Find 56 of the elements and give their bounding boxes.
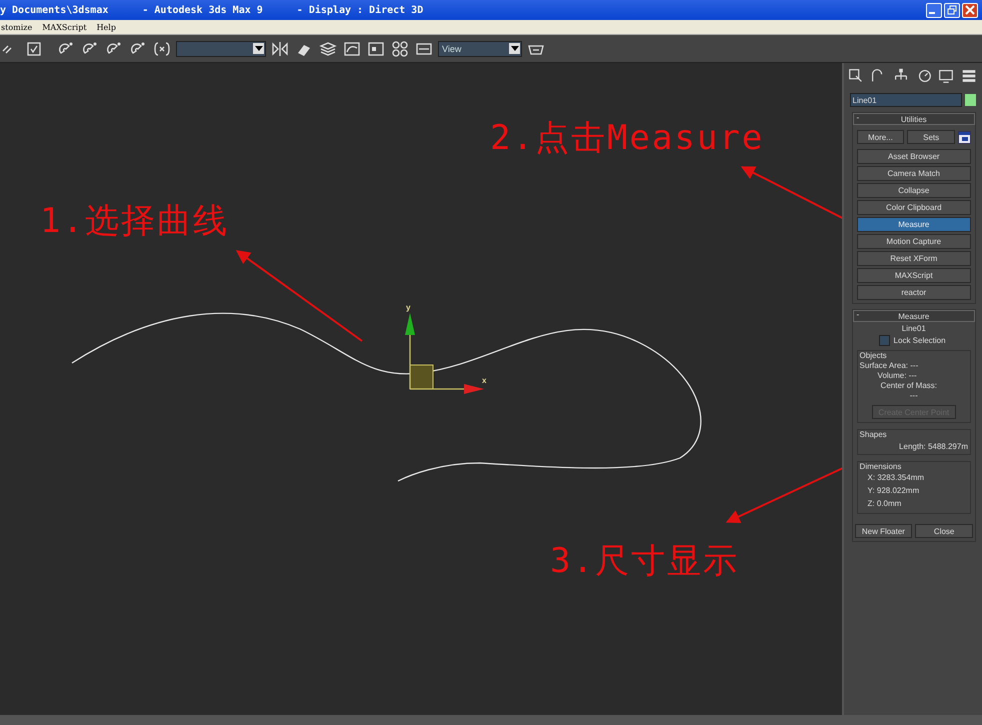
axis-label: y xyxy=(406,303,410,312)
dimension-text: Y: 928.022mm xyxy=(866,485,920,497)
window-title: - Autodesk 3ds Max 9 xyxy=(142,4,263,16)
utility-button[interactable]: Color Clipboard xyxy=(856,200,971,215)
new-floater-button[interactable]: New Floater xyxy=(854,524,912,538)
rollout-header[interactable]: - Utilities xyxy=(852,113,975,125)
axis-label: x xyxy=(482,376,486,385)
lock-selection-checkbox[interactable] xyxy=(878,335,890,346)
object-name-label: Line01 xyxy=(900,324,927,333)
menu-item[interactable]: Help xyxy=(96,22,117,32)
dimension-text: Z: 0.0mm xyxy=(866,498,902,510)
utility-button[interactable]: Camera Match xyxy=(856,166,971,181)
menu-item[interactable]: stomize xyxy=(0,22,34,32)
menu-item[interactable]: MAXScript xyxy=(41,22,88,32)
checkbox-label: Lock Selection xyxy=(894,336,946,345)
utility-button[interactable]: Motion Capture xyxy=(856,234,971,249)
utility-button[interactable]: Collapse xyxy=(856,183,971,198)
annotation-text: 2.点击Measure xyxy=(490,117,764,160)
view-dropdown[interactable]: View xyxy=(438,40,522,56)
sets-button[interactable]: Sets xyxy=(907,130,956,144)
object-color-swatch[interactable] xyxy=(964,94,976,106)
collapse-toggle: - xyxy=(856,310,860,319)
restore-icon xyxy=(947,5,957,15)
window-title: - Display : Direct 3D xyxy=(296,4,424,16)
rollout-header[interactable]: - Measure xyxy=(852,310,975,322)
collapse-toggle: - xyxy=(856,113,860,122)
group-title: Shapes xyxy=(860,430,888,439)
minimize-button[interactable] xyxy=(926,2,942,18)
transform-gizmo-drawing[interactable] xyxy=(405,313,484,394)
minimize-icon xyxy=(929,12,935,14)
utility-button[interactable]: Asset Browser xyxy=(856,149,971,164)
center-of-mass-label: Center of Mass: xyxy=(880,381,938,390)
object-name-field[interactable]: Line01 xyxy=(850,93,962,107)
volume-text: Volume: --- xyxy=(876,371,918,380)
surface-area-text: Surface Area: --- xyxy=(860,361,920,370)
utility-button[interactable]: MAXScript xyxy=(856,268,971,283)
utility-button[interactable]: reactor xyxy=(856,285,971,300)
close-icon xyxy=(965,5,975,15)
configure-icon[interactable] xyxy=(958,130,972,144)
close-button[interactable] xyxy=(962,2,978,18)
group-title: Objects xyxy=(860,351,888,360)
dimension-text: X: 3283.354mm xyxy=(866,472,926,484)
length-text: Length: 5488.297m xyxy=(898,441,968,451)
utility-button[interactable]: Reset XForm xyxy=(856,251,971,266)
center-of-mass-value: --- xyxy=(908,391,919,400)
restore-button[interactable] xyxy=(944,2,960,18)
more-button[interactable]: More... xyxy=(856,130,904,144)
utility-button[interactable]: Measure xyxy=(856,217,971,232)
rollout-title: Measure xyxy=(898,312,930,320)
rollout-title: Utilities xyxy=(900,114,927,124)
window-title: y Documents\3dsmax xyxy=(0,4,108,16)
selection-set-dropdown[interactable] xyxy=(176,40,266,56)
annotation-text: 3.尺寸显示 xyxy=(550,540,739,583)
group-title: Dimensions xyxy=(860,462,902,471)
annotation-text: 1.选择曲线 xyxy=(40,200,229,243)
close-floater-button[interactable]: Close xyxy=(915,524,974,538)
